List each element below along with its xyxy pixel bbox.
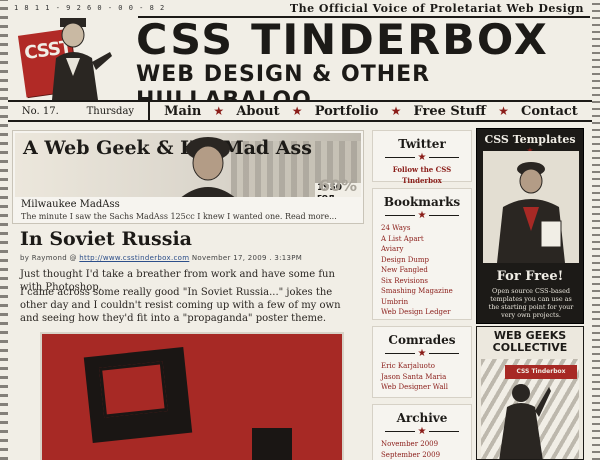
star-divider-icon: ★ xyxy=(373,348,471,359)
featured-description-text: The minute I saw the Sachs MadAss 125cc … xyxy=(21,212,283,221)
issue-number: No. 17. xyxy=(21,105,59,117)
tv-shape xyxy=(83,347,193,443)
site-tagline: The Official Voice of Proletariat Web De… xyxy=(289,2,584,15)
main-nav: No. 17. Thursday Main ★ About ★ Portfoli… xyxy=(8,100,592,122)
twitter-follow-link[interactable]: Follow the CSS Tinderbox xyxy=(373,165,471,186)
featured-banner[interactable]: A Web Geek & His Mad Ass 1950 год 60% xyxy=(15,133,361,197)
post-paragraph-2: I came across some really good "In Sovie… xyxy=(20,287,341,324)
featured-post[interactable]: A Web Geek & His Mad Ass 1950 год 60% Mi… xyxy=(12,130,364,224)
star-icon: ★ xyxy=(213,104,225,118)
right-grunge-edge xyxy=(592,0,600,460)
nav-item-contact[interactable]: Contact xyxy=(521,104,578,119)
collective-title: WEB GEEKS COLLECTIVE xyxy=(492,329,568,354)
bookmark-link[interactable]: A List Apart xyxy=(373,234,471,245)
twitter-widget: Twitter ★ Follow the CSS Tinderbox xyxy=(372,130,472,185)
site-logo[interactable]: CSST xyxy=(12,12,130,100)
twitter-title: Twitter xyxy=(398,137,446,151)
nav-item-main[interactable]: Main xyxy=(164,104,201,119)
bookmark-link[interactable]: 24 Ways xyxy=(373,223,471,234)
tv-screen xyxy=(98,361,168,418)
left-grunge-edge xyxy=(0,0,8,460)
main-content: A Web Geek & His Mad Ass 1950 год 60% Mi… xyxy=(12,124,368,460)
comrade-link[interactable]: Eric Karjaluoto xyxy=(373,361,471,372)
templates-poster-image xyxy=(483,151,579,263)
bookmark-link[interactable]: Aviary xyxy=(373,244,471,255)
comrades-title: Comrades xyxy=(388,333,456,347)
archive-title: Archive xyxy=(396,411,448,425)
star-icon: ★ xyxy=(390,104,402,118)
web-geeks-collective-promo[interactable]: WEB GEEKS COLLECTIVE CSS Tinderbox xyxy=(476,326,584,460)
post-author: by Raymond @ xyxy=(20,254,77,262)
featured-description: The minute I saw the Sachs MadAss 125cc … xyxy=(21,212,337,221)
bookmark-link[interactable]: Umbrin xyxy=(373,297,471,308)
comrade-link[interactable]: Jason Santa Maria xyxy=(373,372,471,383)
post-meta: by Raymond @ http://www.csstinderbox.com… xyxy=(20,254,302,262)
bookmark-link[interactable]: Web Design Ledger xyxy=(373,307,471,318)
featured-comrade-image xyxy=(181,137,235,197)
comrades-widget: Comrades ★ Eric Karjaluoto Jason Santa M… xyxy=(372,326,472,398)
star-divider-icon: ★ xyxy=(373,426,471,437)
sidebar: Twitter ★ Follow the CSS Tinderbox Bookm… xyxy=(372,126,472,460)
templates-free-label: For Free! xyxy=(496,269,564,284)
post-date: November 17, 2009 . 3:13PM xyxy=(191,254,303,262)
bookmarks-widget: Bookmarks ★ 24 Ways A List Apart Aviary … xyxy=(372,188,472,320)
post-author-url[interactable]: http://www.csstinderbox.com xyxy=(79,254,189,262)
bookmarks-title: Bookmarks xyxy=(383,195,461,209)
post-title[interactable]: In Soviet Russia xyxy=(20,228,192,250)
featured-subtitle: Milwaukee MadAss xyxy=(21,199,120,210)
templates-title: CSS Templates xyxy=(484,133,576,146)
collective-banner: CSS Tinderbox xyxy=(505,365,577,379)
archive-widget: Archive ★ November 2009 September 2009 xyxy=(372,404,472,460)
featured-title: A Web Geek & His Mad Ass xyxy=(23,137,312,159)
header-url-strip: 1 8 1 1 - 9 2 6 0 - 0 0 - 8 2 xyxy=(14,4,166,12)
star-icon: ★ xyxy=(291,104,303,118)
comrade-link[interactable]: Web Designer Wall xyxy=(373,382,471,393)
star-divider-icon: ★ xyxy=(373,152,471,163)
bookmark-link[interactable]: Six Revisions xyxy=(373,276,471,287)
star-divider-icon: ★ xyxy=(373,210,471,221)
collective-figure xyxy=(499,384,551,459)
site-header: 1 8 1 1 - 9 2 6 0 - 0 0 - 8 2 The Offici… xyxy=(8,0,592,113)
templates-description: Open source CSS-based templates you can … xyxy=(488,287,574,319)
star-icon: ★ xyxy=(498,104,509,118)
poster-shape xyxy=(252,428,292,460)
issue-day: Thursday xyxy=(86,105,135,117)
bookmark-link[interactable]: Smashing Magazine xyxy=(373,286,471,297)
featured-percent-label: 60% xyxy=(318,176,357,195)
nav-item-free-stuff[interactable]: Free Stuff xyxy=(414,104,486,119)
nav-item-about[interactable]: About xyxy=(236,104,279,119)
archive-link[interactable]: September 2009 xyxy=(373,450,471,460)
css-templates-promo[interactable]: CSS Templates ★ For Free! Open source CS… xyxy=(476,128,584,324)
right-column: CSS Templates ★ For Free! Open source CS… xyxy=(476,126,588,460)
read-more-link[interactable]: Read more... xyxy=(285,212,337,221)
site-title: CSS TINDERBOX xyxy=(136,15,549,64)
nav-item-portfolio[interactable]: Portfolio xyxy=(315,104,379,119)
bookmark-link[interactable]: Design Dump xyxy=(373,255,471,266)
bookmark-link[interactable]: New Fangled xyxy=(373,265,471,276)
archive-link[interactable]: November 2009 xyxy=(373,439,471,450)
logo-comrade-figure xyxy=(52,18,112,100)
post-poster-image xyxy=(40,332,344,460)
templates-comrade-figure xyxy=(483,151,579,263)
issue-info: No. 17. Thursday xyxy=(8,102,150,120)
